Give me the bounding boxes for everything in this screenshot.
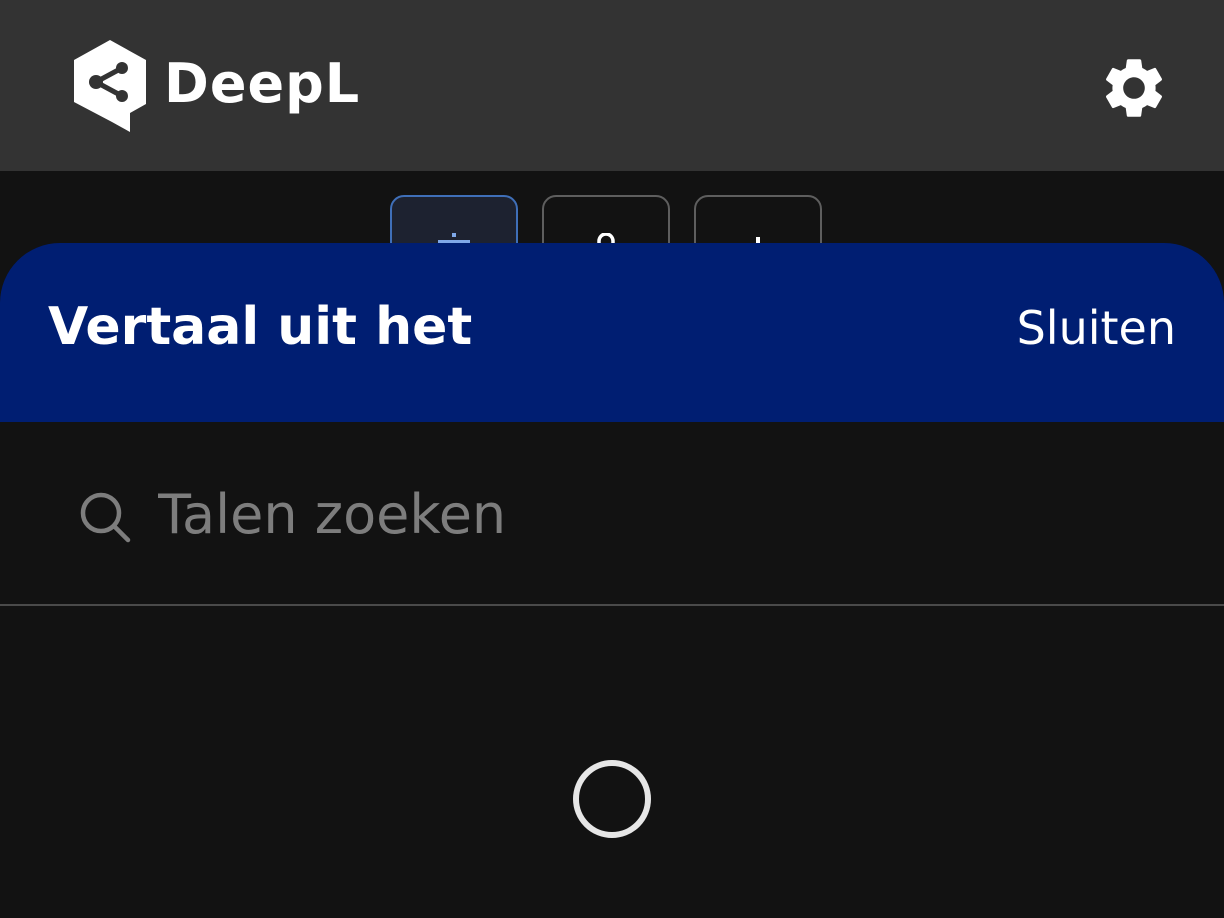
language-search: [0, 422, 1224, 606]
search-input[interactable]: [158, 474, 1138, 554]
app-root: DeepL Vertaal uit het Sluiten Talen zoek…: [0, 0, 1224, 918]
close-button[interactable]: Sluiten: [1017, 303, 1176, 354]
loading-spinner-icon: [573, 760, 651, 838]
deepl-logo-icon: [74, 40, 146, 132]
settings-button[interactable]: [1098, 52, 1170, 124]
source-language-sheet: Vertaal uit het Sluiten: [0, 243, 1224, 918]
deepl-logo: DeepL: [70, 38, 360, 134]
sheet-header: Vertaal uit het Sluiten: [0, 243, 1224, 422]
top-app-bar: DeepL: [0, 0, 1224, 171]
search-icon: [80, 492, 131, 543]
brand-name: DeepL: [164, 52, 361, 115]
sheet-title: Vertaal uit het: [48, 297, 473, 357]
gear-icon: [1105, 59, 1163, 117]
